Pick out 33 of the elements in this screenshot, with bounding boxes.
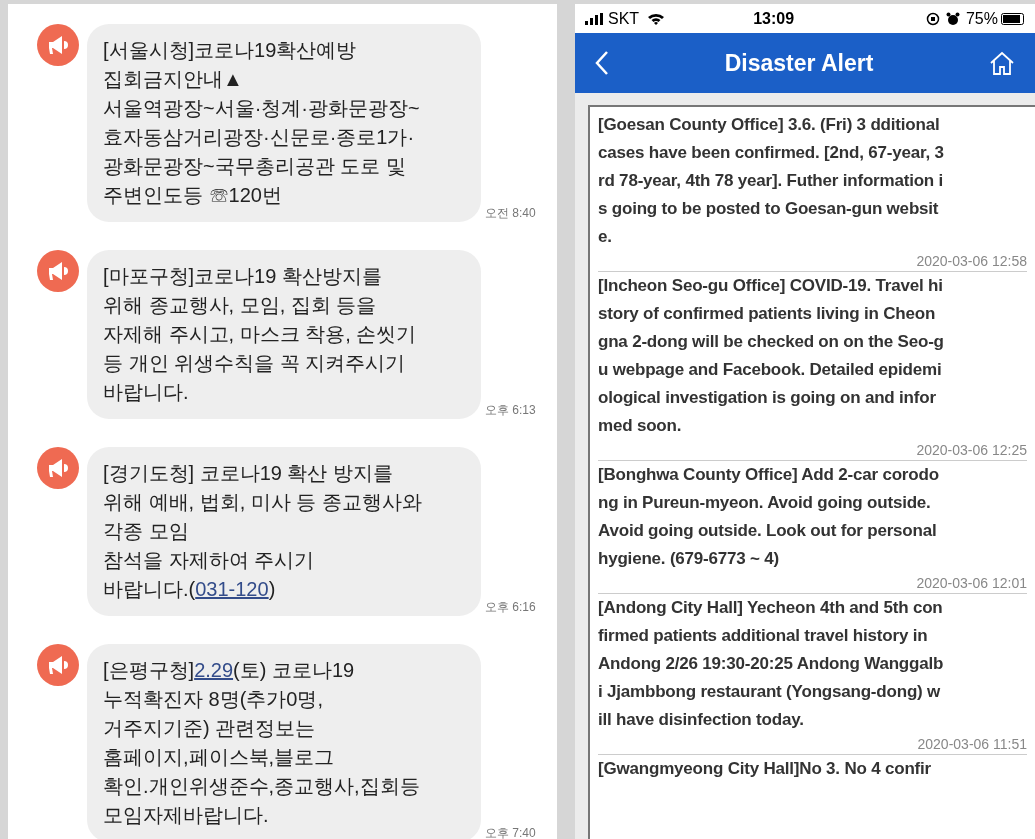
- phone-link[interactable]: 2.29: [194, 659, 234, 681]
- battery-icon: [1001, 12, 1025, 25]
- message-text: [서울시청]코로나19확산예방 집회금지안내▲ 서울역광장~서울·청계·광화문광장~ 효자동삼거리광장·신문로·종로1가· 광화문광장~국무총리공관 도로 및 주변인도등 ☏120번: [103, 38, 421, 208]
- message-time: 오후 7:40: [485, 825, 536, 839]
- alert-text: [Goesan County Office] 3.6. (Fri) 3 dditional cases have been confirmed. [2nd, 67-year, 3 rd 78-year, 4th 78 year]. Futher information i s going to be posted to Goesan-gun websit e.: [598, 114, 945, 248]
- wifi-icon: [647, 12, 666, 25]
- message-text: [마포구청]코로나19 확산방지를 위해 종교행사, 모임, 집회 등을 자제해 주시고, 마스크 착용, 손씻기 등 개인 위생수칙을 꼭 지켜주시기 바랍니다.: [103, 264, 418, 405]
- clock-time: 13:09: [753, 8, 795, 29]
- message-time: 오전 8:40: [485, 205, 536, 222]
- megaphone-icon: [37, 24, 79, 66]
- message-text: [은평구청]2.29(토) 코로나19 누적확진자 8명(추가0명, 거주지기준) 관련정보는 홈페이지,페이스북,블로그 확인.개인위생준수,종교행사,집회등 모임자제바랍니다.: [103, 658, 421, 828]
- alert-timestamp: 2020-03-06 12:01: [915, 574, 1027, 593]
- megaphone-icon: [37, 447, 79, 489]
- alert-text: [Incheon Seo-gu Office] COVID-19. Travel hi story of confirmed patients living in Cheon gna 2-dong will be checked on on the Seo-g u webpage and Facebook. Detailed epidemi ological investigation is going on and infor med soon.: [598, 275, 945, 437]
- back-icon[interactable]: [595, 50, 609, 76]
- signal-icon: [585, 12, 605, 25]
- megaphone-icon: [37, 644, 79, 686]
- message-time: 오후 6:16: [485, 599, 536, 616]
- alert-text: [Bonghwa County Office] Add 2-car corodo ng in Pureun-myeon. Avoid going outside. Avoid going outside. Look out for personal hygiene. (679-6773 ~ 4): [598, 464, 940, 570]
- megaphone-icon: [37, 250, 79, 292]
- home-icon[interactable]: [989, 50, 1015, 76]
- message-text: [경기도청] 코로나19 확산 방지를 위해 예배, 법회, 미사 등 종교행사와 각종 모임 참석을 자제하여 주시기 바랍니다.(031-120): [103, 461, 423, 602]
- battery-percent: 75%: [965, 8, 998, 29]
- message-time: 오후 6:13: [485, 402, 536, 419]
- phone-link[interactable]: 031-120: [195, 578, 269, 600]
- alert-text: [Andong City Hall] Yecheon 4th and 5th con firmed patients additional travel history in Andong 2/26 19:30-20:25 Andong Wanggalb i Jjambbong restaurant (Yongsang-dong) w ill have disinfection today.: [598, 597, 945, 731]
- alert-timestamp: 2020-03-06 11:51: [916, 735, 1027, 754]
- carrier-label: SKT: [608, 8, 640, 29]
- header-title: Disaster Alert: [723, 48, 875, 78]
- alert-timestamp: 2020-03-06 12:58: [915, 252, 1027, 271]
- alert-timestamp: 2020-03-06 12:25: [915, 441, 1027, 460]
- alert-text: [Gwangmyeong City Hall]No 3. No 4 confir: [598, 758, 932, 780]
- rotation-lock-icon: [925, 11, 940, 26]
